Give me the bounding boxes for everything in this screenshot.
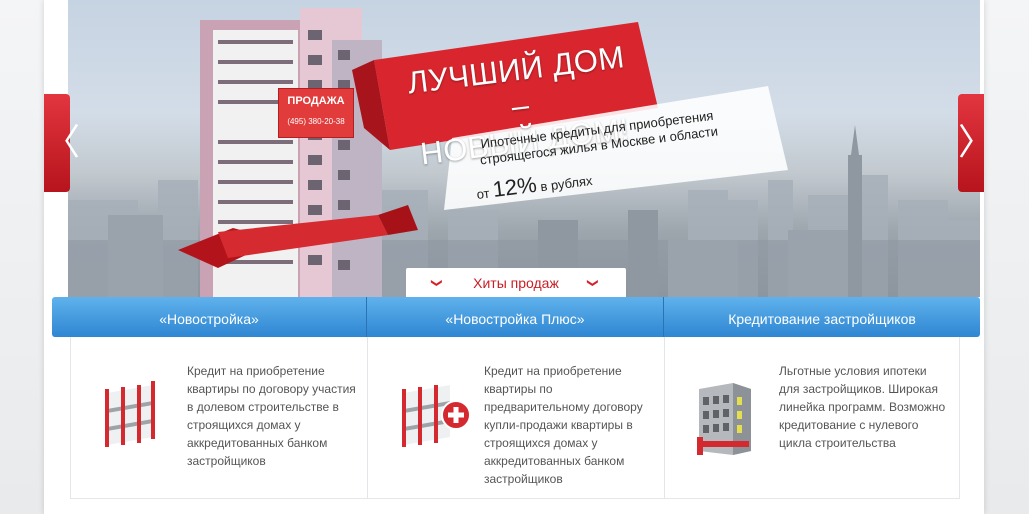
tab-novostroyka[interactable]: «Новостройка» [52, 297, 366, 337]
building-frame-icon [105, 381, 155, 447]
sign-title: ПРОДАЖА [287, 95, 345, 107]
card-text: Кредит на приобретение квартиры по догов… [187, 364, 356, 468]
promo-prefix: от [475, 185, 491, 203]
tabs-bar: «Новостройка» «Новостройка Плюс» Кредито… [52, 297, 980, 337]
sign-phone: (495) 380-20-38 [287, 117, 345, 126]
tab-developer-credit[interactable]: Кредитование застройщиков [663, 297, 980, 337]
hits-tab[interactable]: ❯ Хиты продаж ❯ [406, 268, 626, 297]
card-novostroyka: Кредит на приобретение квартиры по догов… [71, 337, 367, 499]
product-cards: Кредит на приобретение квартиры по догов… [70, 337, 960, 499]
sale-sign: ПРОДАЖА (495) 380-20-38 [278, 88, 354, 138]
chevron-left-icon: 〈 [44, 122, 81, 163]
card-text: Льготные условия ипотеки для застройщико… [779, 364, 946, 450]
building-icon [697, 383, 751, 455]
chevron-down-icon: ❯ [430, 278, 443, 288]
promo-suffix: в рублях [539, 172, 594, 195]
card-novostroyka-plus: Кредит на приобретение квартиры по предв… [367, 337, 664, 499]
prev-slide-button[interactable]: 〈 [44, 94, 80, 192]
hits-label: Хиты продаж [473, 275, 559, 291]
tab-novostroyka-plus[interactable]: «Новостройка Плюс» [366, 297, 663, 337]
building-frame-plus-icon [402, 385, 471, 447]
next-slide-button[interactable]: 〉 [958, 94, 994, 192]
card-developer-credit: Льготные условия ипотеки для застройщико… [664, 337, 961, 499]
chevron-down-icon: ❯ [586, 278, 599, 288]
card-text: Кредит на приобретение квартиры по предв… [484, 364, 643, 486]
promo-rate: 12% [491, 171, 539, 202]
chevron-right-icon: 〉 [958, 122, 995, 163]
